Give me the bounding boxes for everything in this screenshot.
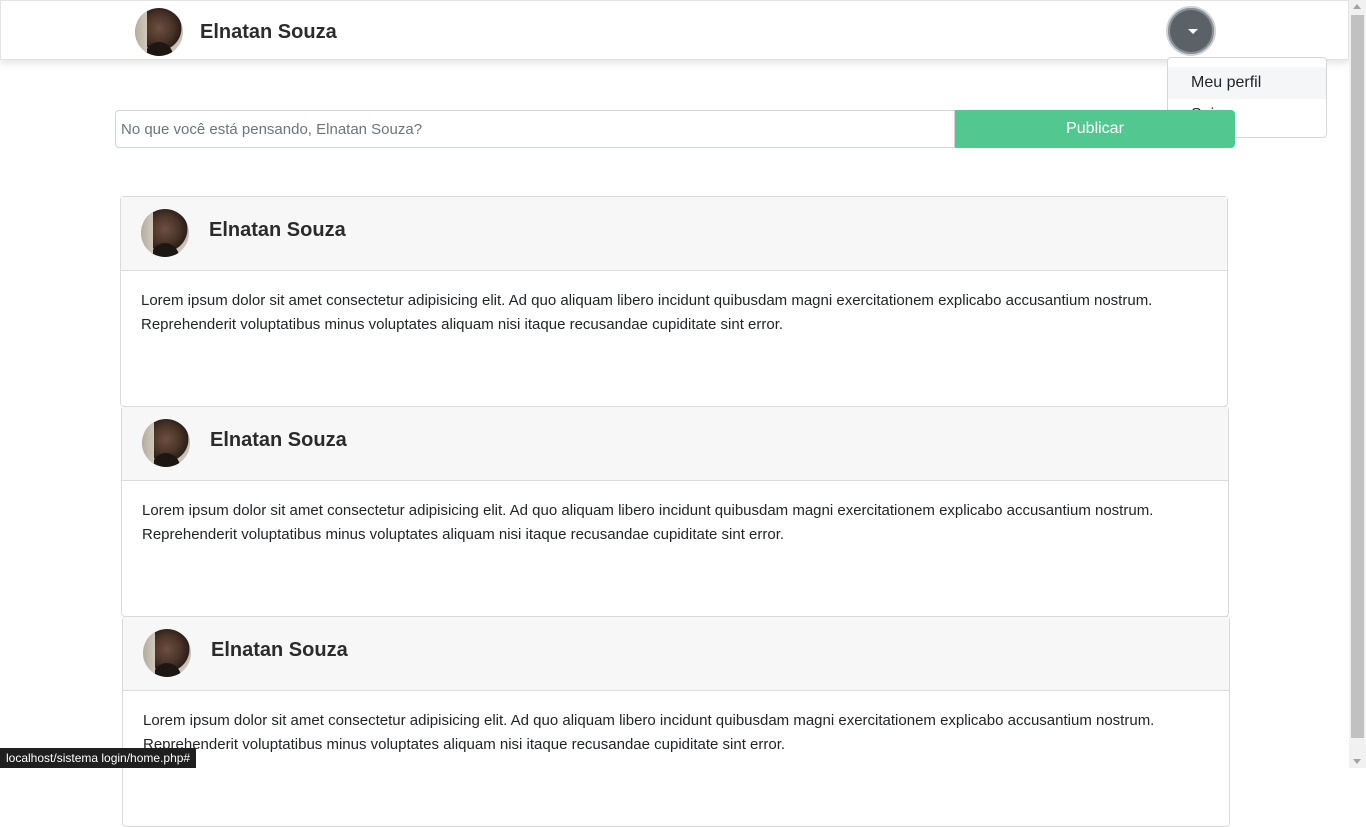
caret-down-icon: [1188, 29, 1198, 34]
post-header: Elnatan Souza: [123, 617, 1229, 691]
post-input[interactable]: [115, 110, 955, 148]
browser-status-bar-url: localhost/sistema login/home.php#: [0, 748, 197, 768]
dropdown-item-meu-perfil[interactable]: Meu perfil: [1168, 67, 1326, 99]
post-card: Elnatan Souza Lorem ipsum dolor sit amet…: [120, 196, 1228, 407]
post-card: Elnatan Souza Lorem ipsum dolor sit amet…: [122, 616, 1230, 827]
post-header: Elnatan Souza: [121, 197, 1227, 271]
post-content: Lorem ipsum dolor sit amet consectetur a…: [141, 292, 1153, 333]
post-card: Elnatan Souza Lorem ipsum dolor sit amet…: [121, 406, 1229, 617]
post-content: Lorem ipsum dolor sit amet consectetur a…: [142, 502, 1154, 543]
post-author-avatar[interactable]: [141, 209, 189, 257]
navbar-user-name[interactable]: Elnatan Souza: [200, 21, 337, 44]
new-post-form: Publicar: [115, 110, 1235, 148]
scrollbar-thumb[interactable]: [1351, 15, 1364, 738]
navbar: Elnatan Souza: [0, 0, 1349, 60]
user-avatar[interactable]: [135, 8, 183, 56]
post-author-name[interactable]: Elnatan Souza: [210, 429, 347, 452]
scroll-down-arrow-icon[interactable]: [1353, 759, 1361, 764]
user-menu-toggle-button[interactable]: [1166, 6, 1216, 56]
post-author-name[interactable]: Elnatan Souza: [211, 639, 348, 662]
scroll-up-arrow-icon[interactable]: [1353, 4, 1361, 9]
post-author-name[interactable]: Elnatan Souza: [209, 219, 346, 242]
post-content: Lorem ipsum dolor sit amet consectetur a…: [143, 712, 1155, 753]
publish-button[interactable]: Publicar: [955, 110, 1235, 148]
post-author-avatar[interactable]: [142, 419, 190, 467]
post-author-avatar[interactable]: [143, 629, 191, 677]
post-header: Elnatan Souza: [122, 407, 1228, 481]
vertical-scrollbar[interactable]: [1349, 0, 1366, 768]
